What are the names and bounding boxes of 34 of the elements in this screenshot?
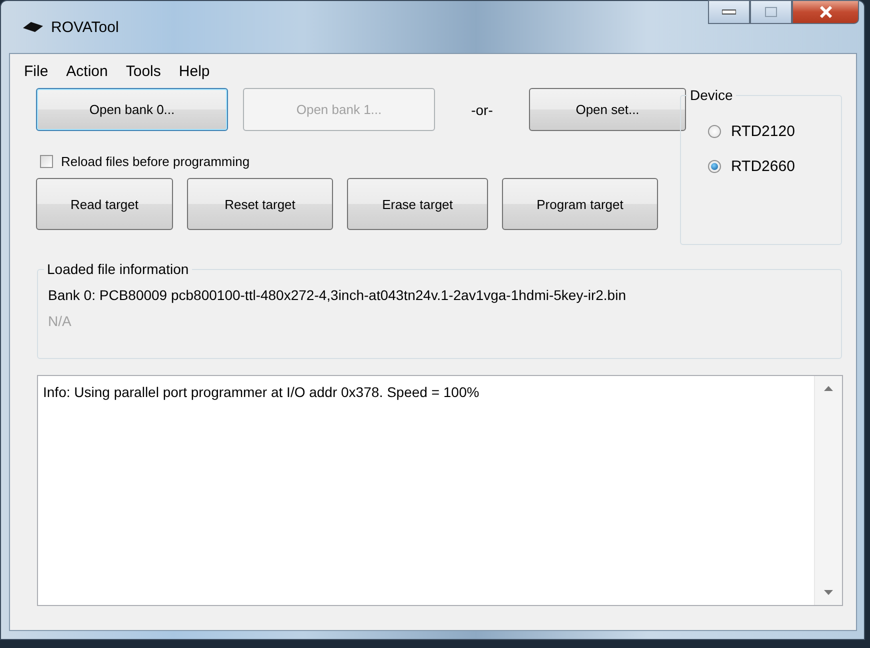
log-line: Info: Using parallel port programmer at I/O addr 0x378. Speed = 100% xyxy=(43,384,480,400)
minimize-button[interactable] xyxy=(708,0,750,24)
log-area[interactable]: Info: Using parallel port programmer at I/O addr 0x378. Speed = 100% xyxy=(37,375,843,606)
chip-icon xyxy=(23,21,43,33)
scrollbar[interactable] xyxy=(814,376,842,605)
scroll-up-icon[interactable] xyxy=(824,386,833,391)
menu-item[interactable]: File xyxy=(15,62,58,80)
separator-label: -or- xyxy=(470,102,494,118)
window-title: ROVATool xyxy=(51,18,119,36)
minimize-icon xyxy=(722,9,736,15)
open-button[interactable]: Open bank 0... xyxy=(36,88,228,131)
close-button[interactable] xyxy=(792,0,859,24)
close-icon xyxy=(818,6,832,18)
action-button[interactable]: Read target xyxy=(36,178,173,230)
file-info-text: N/A xyxy=(48,313,72,329)
menu-item[interactable]: Action xyxy=(57,62,117,80)
scroll-down-icon[interactable] xyxy=(824,590,833,595)
group-title: Loaded file information xyxy=(44,261,192,277)
checkbox[interactable] xyxy=(40,154,53,168)
action-button[interactable]: Program target xyxy=(502,178,658,230)
maximize-button[interactable] xyxy=(750,0,792,24)
action-button[interactable]: Reset target xyxy=(187,178,333,230)
radio-label: RTD2120 xyxy=(731,123,795,140)
open-button[interactable]: Open set... xyxy=(529,88,686,131)
menu-item[interactable]: Help xyxy=(170,62,219,80)
group-title: Device xyxy=(687,87,736,103)
file-info-text: Bank 0: PCB80009 pcb800100-ttl-480x272-4,3inch-at043tn24v.1-2av1vga-1hdmi-5key-ir2.bin xyxy=(48,287,627,303)
menu-item[interactable]: Tools xyxy=(116,62,170,80)
radio-button[interactable] xyxy=(708,160,721,173)
radio-label: RTD2660 xyxy=(731,158,795,175)
checkbox-label: Reload files before programming xyxy=(61,154,250,168)
maximize-icon xyxy=(765,7,777,17)
radio-button[interactable] xyxy=(708,125,721,138)
action-button[interactable]: Erase target xyxy=(347,178,488,230)
